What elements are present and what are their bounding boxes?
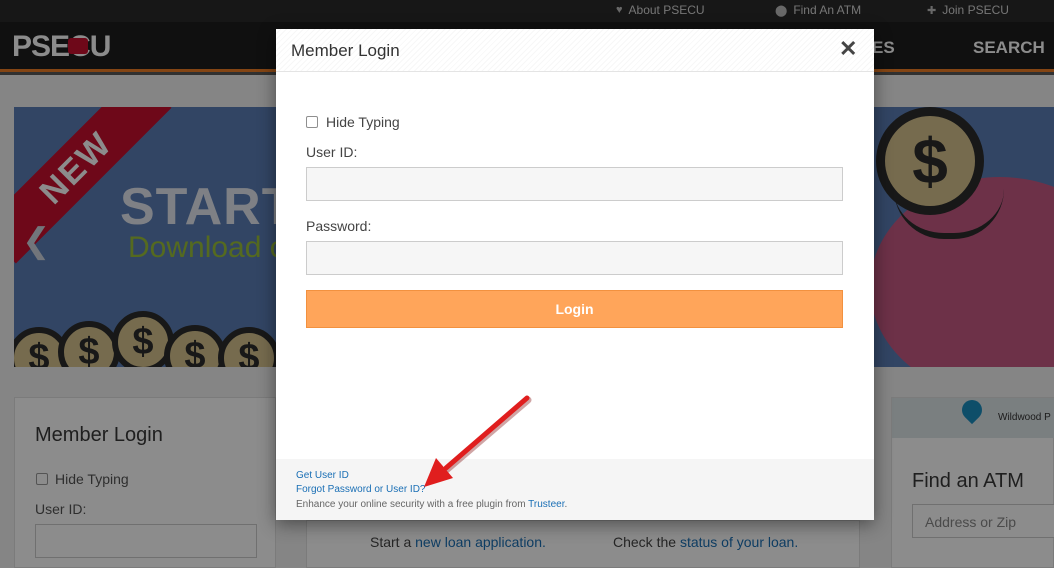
modal-title: Member Login bbox=[291, 41, 400, 60]
modal-header: Member Login ✕ bbox=[276, 29, 874, 72]
user-id-label: User ID: bbox=[306, 144, 358, 160]
password-input[interactable] bbox=[306, 241, 843, 275]
close-icon[interactable]: ✕ bbox=[839, 38, 857, 60]
member-login-modal: Member Login ✕ Hide Typing User ID: Pass… bbox=[276, 29, 874, 520]
login-button[interactable]: Login bbox=[306, 290, 843, 328]
user-id-input[interactable] bbox=[306, 167, 843, 201]
security-plugin-text: Enhance your online security with a free… bbox=[296, 499, 567, 510]
hide-typing-checkbox[interactable] bbox=[306, 116, 318, 128]
security-plugin-prefix: Enhance your online security with a free… bbox=[296, 499, 529, 510]
hide-typing-label[interactable]: Hide Typing bbox=[326, 114, 400, 130]
modal-footer: Get User ID Forgot Password or User ID? … bbox=[276, 459, 874, 520]
get-user-id-link[interactable]: Get User ID bbox=[296, 470, 349, 481]
trusteer-link[interactable]: Trusteer bbox=[528, 499, 564, 510]
forgot-password-link[interactable]: Forgot Password or User ID? bbox=[296, 484, 426, 495]
password-label: Password: bbox=[306, 218, 372, 234]
security-plugin-suffix: . bbox=[564, 499, 568, 510]
